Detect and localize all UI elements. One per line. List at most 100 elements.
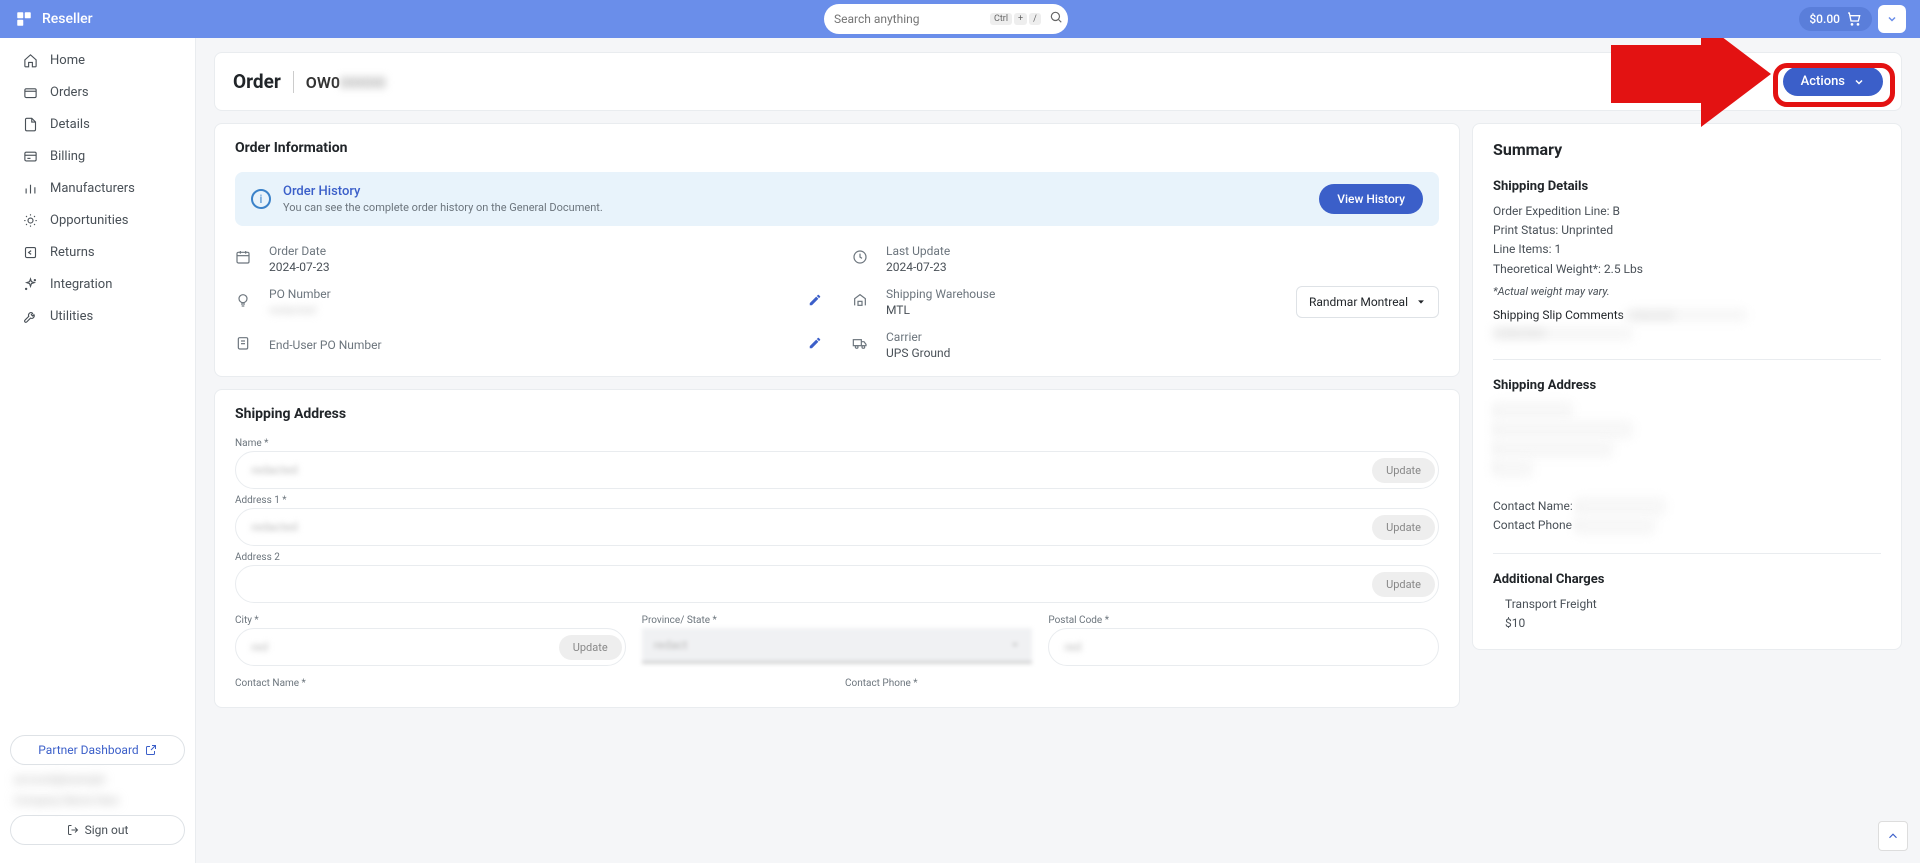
last-update-value: 2024-07-23 <box>886 260 1439 274</box>
return-icon <box>22 244 38 260</box>
sidebar-item-billing[interactable]: Billing <box>0 140 195 172</box>
slip-comments-line2-redacted: redacted <box>1493 326 1633 341</box>
order-prefix: OW0 <box>306 73 340 92</box>
kbd-ctrl: Ctrl <box>990 13 1012 25</box>
expedition-line: Order Expedition Line: B <box>1493 202 1881 221</box>
postal-input[interactable] <box>1052 632 1435 662</box>
partner-dashboard-label: Partner Dashboard <box>38 743 138 757</box>
state-select[interactable]: redact <box>642 628 1033 663</box>
sidebar-item-label: Orders <box>50 85 89 100</box>
signout-button[interactable]: Sign out <box>10 815 185 845</box>
sidebar-item-utilities[interactable]: Utilities <box>0 300 195 332</box>
contact-phone-label: Contact Phone * <box>845 678 1439 689</box>
state-value-redacted: redact <box>654 638 688 652</box>
sidebar-item-integration[interactable]: Integration <box>0 268 195 300</box>
city-state-postal-row: City * Update Province/ State * redact <box>235 609 1439 672</box>
header-right: $0.00 <box>1799 5 1906 33</box>
theoretical-weight: Theoretical Weight*: 2.5 Lbs <box>1493 260 1881 279</box>
order-date-row: Order Date 2024-07-23 <box>235 244 822 274</box>
addr2-update-button[interactable]: Update <box>1372 572 1435 597</box>
contact-name-label: Contact Name: <box>1493 499 1573 513</box>
chevron-down-icon <box>1853 76 1865 88</box>
po-label: PO Number <box>269 287 792 301</box>
search-icon[interactable] <box>1049 10 1063 28</box>
addr1-input-row: Update <box>235 508 1439 546</box>
addr2-input[interactable] <box>239 569 1372 599</box>
sidebar-item-manufacturers[interactable]: Manufacturers <box>0 172 195 204</box>
freight-label: Transport Freight <box>1505 595 1881 614</box>
content-row: Order Information i Order History You ca… <box>214 123 1902 720</box>
search-bar[interactable]: Ctrl + / <box>824 4 1068 34</box>
sidebar-item-opportunities[interactable]: Opportunities <box>0 204 195 236</box>
edit-enduser-po-button[interactable] <box>808 336 822 354</box>
page-header: Order OW000000 Actions <box>214 52 1902 111</box>
signout-label: Sign out <box>85 823 129 837</box>
info-icon: i <box>251 189 271 209</box>
right-column: Summary Shipping Details Order Expeditio… <box>1472 123 1902 662</box>
addr1-update-button[interactable]: Update <box>1372 515 1435 540</box>
sidebar-item-details[interactable]: Details <box>0 108 195 140</box>
warehouse-label: Shipping Warehouse <box>886 287 1280 301</box>
warehouse-value: MTL <box>886 303 1280 317</box>
contact-row: Contact Name * Contact Phone * <box>235 672 1439 691</box>
signout-icon <box>67 824 79 836</box>
chevron-down-icon <box>1886 13 1898 25</box>
sidebar-item-orders[interactable]: Orders <box>0 76 195 108</box>
actions-button[interactable]: Actions <box>1783 67 1883 96</box>
profile-menu-button[interactable] <box>1878 5 1906 33</box>
city-label: City * <box>235 615 626 626</box>
addr1-input[interactable] <box>239 512 1372 542</box>
scroll-top-button[interactable] <box>1878 821 1908 851</box>
sidebar-item-label: Returns <box>50 245 95 260</box>
contact-name-redacted: r <box>1576 497 1666 516</box>
postal-input-row <box>1048 628 1439 666</box>
carrier-row: Carrier UPS Ground <box>852 330 1439 360</box>
update-icon <box>852 249 870 269</box>
order-suffix-redacted: 00000 <box>340 73 386 92</box>
account-company-redacted: Company Name Here <box>14 794 181 807</box>
view-history-button[interactable]: View History <box>1319 184 1423 214</box>
cart-amount: $0.00 <box>1809 12 1840 26</box>
brand-text: Reseller <box>42 11 93 27</box>
print-status: Print Status: Unprinted <box>1493 221 1881 240</box>
search-input[interactable] <box>834 12 990 26</box>
cart-button[interactable]: $0.00 <box>1799 7 1872 31</box>
partner-dashboard-button[interactable]: Partner Dashboard <box>10 735 185 765</box>
warehouse-select[interactable]: Randmar Montreal <box>1296 286 1439 318</box>
cart-icon <box>1846 11 1862 27</box>
sidebar: Home Orders Details Billing Manufacturer… <box>0 38 196 863</box>
chart-icon <box>22 180 38 196</box>
calendar-icon <box>235 249 253 269</box>
last-update-row: Last Update 2024-07-23 <box>852 244 1439 274</box>
sidebar-item-label: Utilities <box>50 309 93 324</box>
divider <box>1493 553 1881 554</box>
sidebar-item-returns[interactable]: Returns <box>0 236 195 268</box>
shipping-address-title: Shipping Address <box>235 406 1439 422</box>
name-input[interactable] <box>239 455 1372 485</box>
city-update-button[interactable]: Update <box>559 635 622 660</box>
handshake-icon <box>22 212 38 228</box>
history-desc: You can see the complete order history o… <box>283 201 1307 214</box>
slip-comments-row: Shipping Slip Comments redacted <box>1493 308 1881 322</box>
enduser-po-row: End-User PO Number <box>235 330 822 360</box>
edit-po-button[interactable] <box>808 293 822 311</box>
billing-icon <box>22 148 38 164</box>
title-divider <box>293 71 294 93</box>
order-info-grid: Order Date 2024-07-23 Last Update 2024-0… <box>235 244 1439 360</box>
sidebar-item-home[interactable]: Home <box>0 44 195 76</box>
wrench-icon <box>22 308 38 324</box>
kbd-plus: + <box>1014 13 1027 25</box>
sidebar-item-label: Home <box>50 53 85 68</box>
city-input[interactable] <box>239 632 559 662</box>
line-items: Line Items: 1 <box>1493 240 1881 259</box>
name-update-button[interactable]: Update <box>1372 458 1435 483</box>
sidebar-item-label: Integration <box>50 277 112 292</box>
warehouse-select-value: Randmar Montreal <box>1309 295 1408 309</box>
state-label: Province/ State * <box>642 615 1033 626</box>
brand[interactable]: Reseller <box>14 9 93 29</box>
name-input-row: Update <box>235 451 1439 489</box>
actions-label: Actions <box>1801 74 1845 89</box>
carrier-label: Carrier <box>886 330 1439 344</box>
order-info-title: Order Information <box>235 140 1439 156</box>
addr-line1-redacted: r <box>1493 401 1573 420</box>
